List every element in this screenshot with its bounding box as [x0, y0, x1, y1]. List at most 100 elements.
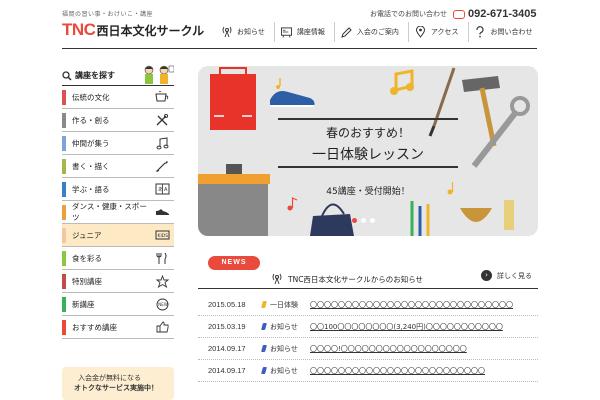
sidebar-item-label: 新講座: [72, 299, 95, 309]
hero-dot-2[interactable]: [361, 218, 366, 223]
sidebar-heading: 講座を探す: [62, 65, 175, 86]
sidebar-item-special[interactable]: 特別講座: [62, 270, 174, 293]
phone-contact: お電話でのお問い合わせ 092-671-3405: [370, 8, 537, 20]
phone-icon: [453, 9, 465, 19]
new-icon: NEW: [154, 297, 170, 311]
sidebar-item-label: 書く・描く: [72, 161, 110, 171]
news-link[interactable]: 〇〇〇〇〇〇〇〇〇〇〇〇〇〇〇〇〇〇〇〇〇〇〇〇〇: [310, 366, 485, 376]
hero-rule-top: [278, 118, 458, 120]
sidebar-item-label: おすすめ講座: [72, 322, 117, 332]
music-note-icon: [154, 136, 170, 150]
hero-subtitle: 45講座・受付開始！: [326, 187, 410, 197]
pin-icon: [415, 26, 426, 38]
like-icon: [154, 320, 170, 334]
news-more-link[interactable]: › 詳しく見る: [481, 270, 532, 281]
pencil-icon: [341, 26, 352, 38]
hammer-handle-shape: [479, 87, 497, 147]
category-color-bar: [62, 158, 66, 174]
membership-promo-banner[interactable]: 入会金が無料になる オトクなサービス実施中！: [62, 367, 174, 400]
pot-rim-shape: [198, 174, 270, 184]
category-marker-icon: [261, 345, 267, 352]
note-head-shape: [276, 85, 280, 89]
wrench-shape: [471, 110, 519, 168]
svg-text:A: A: [164, 187, 168, 193]
news-badge: NEWS: [208, 256, 260, 270]
sidebar-item-label: ジュニア: [72, 230, 102, 240]
news-section: NEWS TNC西日本文化サークルからのお知らせ › 詳しく見る 2015.05…: [198, 256, 538, 400]
nav-contact[interactable]: お問い合わせ: [467, 22, 542, 42]
pot-shape: [198, 178, 268, 236]
nav-news[interactable]: お知らせ: [215, 22, 274, 42]
svg-text:NEW: NEW: [158, 302, 168, 307]
category-color-bar: [62, 250, 66, 266]
navy-bag-shape: [310, 214, 354, 236]
course-sidebar: 講座を探す 伝統の文化 作る・創る 仲間が集う 書く・描く 学ぶ・語る あ A …: [62, 65, 175, 339]
board-icon: [280, 26, 292, 38]
hero-caption: 春のおすすめ！ 一日体験レッスン 45講座・受付開始！: [278, 118, 458, 197]
category-color-bar: [62, 227, 66, 243]
pot-lid-shape: [226, 164, 242, 174]
sidebar-item-label: 仲間が集う: [72, 138, 110, 148]
sidebar-item-friends[interactable]: 仲間が集う: [62, 132, 174, 155]
sidebar-item-label: ダンス・健康・スポーツ: [72, 202, 147, 222]
category-marker-icon: [261, 323, 267, 330]
nav-access[interactable]: アクセス: [407, 22, 468, 42]
sidebar-item-label: 作る・創る: [72, 115, 110, 125]
news-divider: [198, 288, 538, 289]
shoe-icon: [154, 205, 170, 219]
news-link[interactable]: 〇〇〇〇〇〇〇〇〇〇〇〇〇〇〇〇〇〇〇〇〇〇〇〇〇〇〇〇〇: [310, 300, 513, 310]
antenna-icon: [221, 26, 232, 38]
hero-rule-middle: [278, 166, 458, 168]
global-nav: お知らせ 講座情報 入会のご案内 アクセス お問い合わせ: [215, 22, 542, 42]
hero-dot-1[interactable]: [352, 218, 357, 223]
book-icon: あA: [154, 182, 170, 196]
phone-number[interactable]: 092-671-3405: [468, 8, 537, 20]
sidebar-item-writing-drawing[interactable]: 書く・描く: [62, 155, 174, 178]
sidebar-category-list: 伝統の文化 作る・創る 仲間が集う 書く・描く 学ぶ・語る あ A ダンス・健康…: [62, 86, 174, 339]
category-color-bar: [62, 89, 66, 105]
category-color-bar: [62, 319, 66, 335]
news-link[interactable]: 〇〇〇〇!〇〇〇〇〇〇〇〇〇〇〇〇〇〇〇〇〇〇: [310, 344, 467, 354]
hero-dot-3[interactable]: [370, 218, 375, 223]
hero-slider[interactable]: 春のおすすめ！ 一日体験レッスン 45講座・受付開始！: [198, 66, 538, 236]
hero-title-line2: 一日体験レッスン: [312, 147, 424, 163]
antenna-icon: [272, 270, 282, 289]
sidebar-item-label: 伝統の文化: [72, 92, 110, 102]
sidebar-item-new[interactable]: 新講座 NEW: [62, 293, 174, 316]
kids-icon: KIDS: [154, 228, 170, 242]
news-link[interactable]: 〇〇100〇〇〇〇〇〇〇〇(3,240円)〇〇〇〇〇〇〇〇〇〇〇: [310, 322, 503, 332]
tools-icon: [154, 113, 170, 127]
logo-tnc: TNC: [62, 20, 96, 39]
sidebar-item-label: 学ぶ・語る: [72, 184, 110, 194]
sneaker-shape: [270, 91, 315, 106]
news-date: 2014.09.17: [208, 366, 246, 375]
news-row[interactable]: 2015.03.19 お知らせ 〇〇100〇〇〇〇〇〇〇〇(3,240円)〇〇〇…: [198, 316, 538, 338]
header-divider: [62, 48, 537, 49]
sidebar-item-label: 特別講座: [72, 276, 102, 286]
sidebar-item-food[interactable]: 食を彩る: [62, 247, 174, 270]
category-color-bar: [62, 112, 66, 128]
category-marker-icon: [261, 367, 267, 374]
sidebar-item-making[interactable]: 作る・創る: [62, 109, 174, 132]
nav-contact-label: お問い合わせ: [490, 28, 533, 36]
nav-news-label: お知らせ: [237, 28, 265, 36]
search-icon: [62, 66, 72, 85]
svg-text:あ: あ: [158, 187, 163, 193]
nav-courses[interactable]: 講座情報: [273, 22, 334, 42]
news-row[interactable]: 2014.09.17 お知らせ 〇〇〇〇〇〇〇〇〇〇〇〇〇〇〇〇〇〇〇〇〇〇〇〇…: [198, 360, 538, 382]
sidebar-item-junior[interactable]: ジュニア KIDS: [62, 224, 174, 247]
site-logo[interactable]: TNC 西日本文化サークル: [62, 20, 204, 40]
tagline: 福岡の習い事・おけいこ・講座: [62, 11, 154, 18]
sidebar-item-learning[interactable]: 学ぶ・語る あA: [62, 178, 174, 201]
sidebar-item-traditional-culture[interactable]: 伝統の文化: [62, 86, 174, 109]
news-row[interactable]: 2014.09.17 お知らせ 〇〇〇〇!〇〇〇〇〇〇〇〇〇〇〇〇〇〇〇〇〇〇: [198, 338, 538, 360]
sidebar-item-dance-sports[interactable]: ダンス・健康・スポーツ: [62, 201, 174, 224]
category-marker-icon: [261, 301, 267, 308]
news-more-label: 詳しく見る: [497, 271, 532, 280]
hero-title-line1: 春のおすすめ！: [325, 126, 410, 140]
red-bag-shape: [210, 74, 256, 130]
news-row[interactable]: 2015.05.18 一日体験 〇〇〇〇〇〇〇〇〇〇〇〇〇〇〇〇〇〇〇〇〇〇〇〇…: [198, 294, 538, 316]
nav-join[interactable]: 入会のご案内: [333, 22, 408, 42]
sidebar-item-recommended[interactable]: おすすめ講座: [62, 316, 174, 339]
news-category: お知らせ: [270, 322, 298, 331]
